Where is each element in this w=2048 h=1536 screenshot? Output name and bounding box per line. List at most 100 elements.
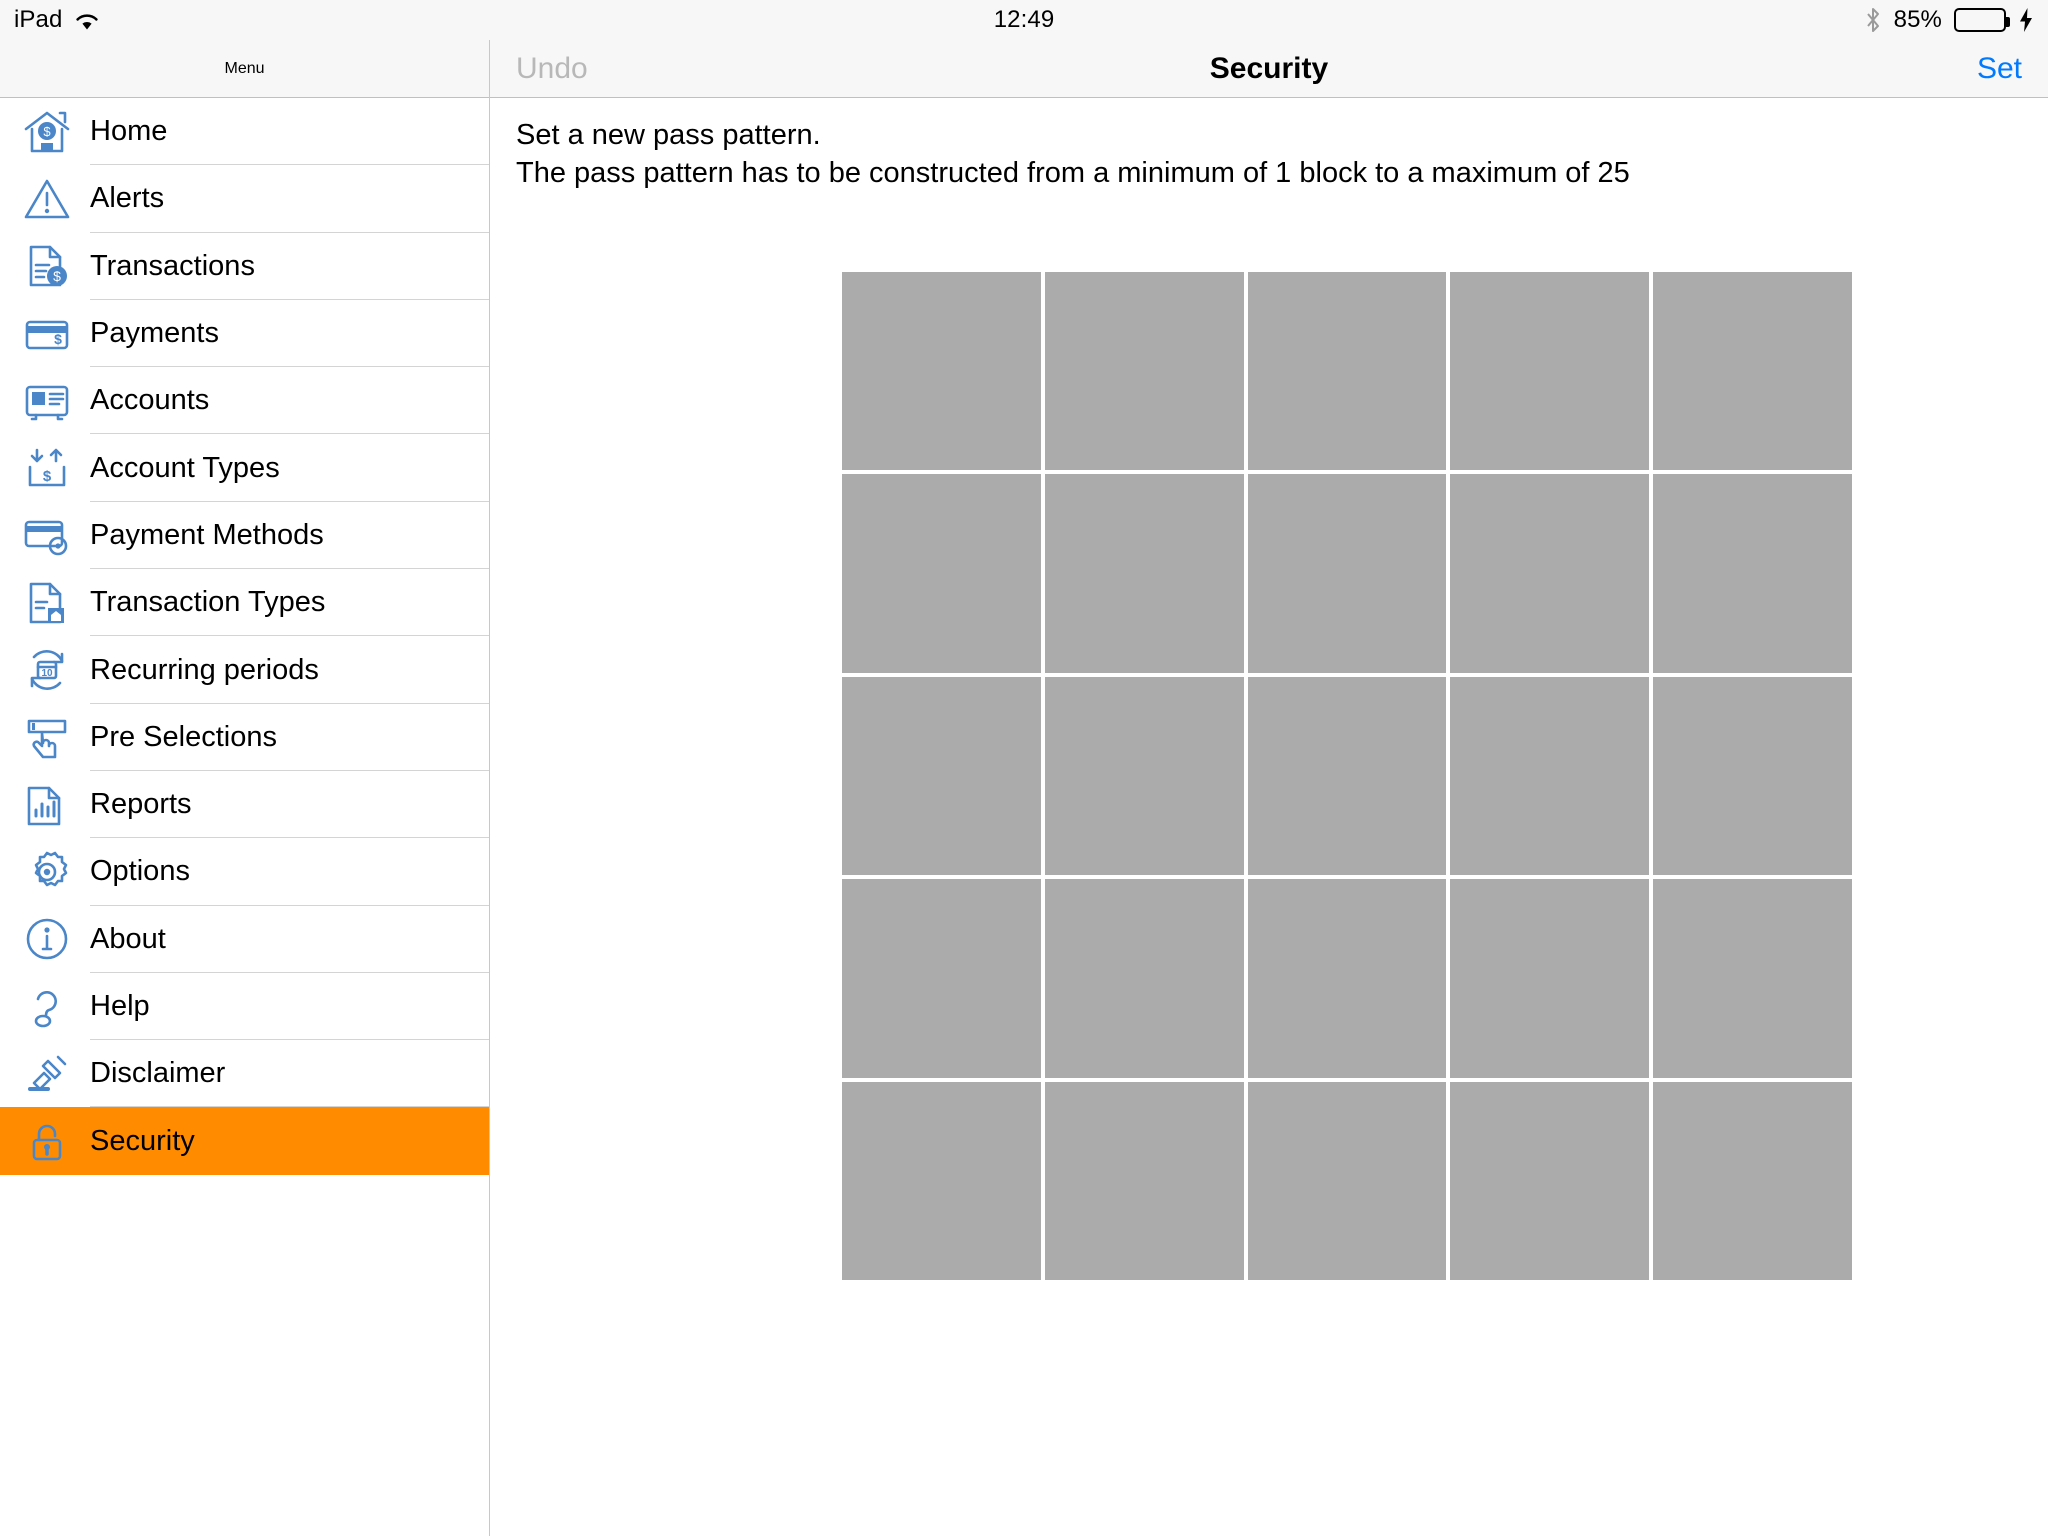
page-title: Security — [1209, 51, 1329, 85]
sidebar-item-label: Transactions — [90, 249, 255, 282]
sidebar-item-label: Payments — [90, 317, 219, 350]
sidebar-item-alerts[interactable]: Alerts — [0, 165, 489, 233]
pattern-block[interactable] — [1450, 272, 1650, 471]
gavel-icon — [22, 1049, 72, 1099]
sidebar-item-label: Payment Methods — [90, 518, 324, 551]
sidebar-item-home[interactable]: $ Home — [0, 98, 489, 166]
sidebar-item-label: Transaction Types — [90, 586, 326, 619]
sidebar-item-security[interactable]: Security — [0, 1107, 489, 1175]
sidebar-item-payment-methods[interactable]: Payment Methods — [0, 502, 489, 570]
pattern-block[interactable] — [1044, 272, 1244, 471]
pattern-block[interactable] — [1044, 474, 1244, 673]
detail-pane: Undo Security Set Set a new pass pattern… — [490, 40, 2048, 1536]
pattern-block[interactable] — [1450, 474, 1650, 673]
padlock-icon — [22, 1116, 72, 1166]
pass-pattern-grid[interactable] — [842, 272, 1852, 1280]
sidebar-item-about[interactable]: About — [0, 906, 489, 973]
sidebar-item-label: Disclaimer — [90, 1057, 226, 1090]
pattern-block[interactable] — [1653, 474, 1852, 673]
sidebar-item-transaction-types[interactable]: Transaction Types — [0, 569, 489, 637]
pattern-block[interactable] — [1653, 676, 1852, 876]
sidebar-item-reports[interactable]: Reports — [0, 771, 489, 839]
svg-text:$: $ — [43, 468, 52, 485]
svg-text:$: $ — [43, 124, 51, 139]
pattern-block[interactable] — [1450, 879, 1650, 1078]
clock-label: 12:49 — [993, 6, 1055, 33]
instruction-line-1: Set a new pass pattern. — [516, 119, 821, 151]
sidebar-item-label: Reports — [90, 788, 192, 821]
content-area: Set a new pass pattern. The pass pattern… — [490, 98, 2048, 1536]
pattern-block[interactable] — [842, 879, 1041, 1078]
battery-percent-label: 85% — [1893, 6, 1942, 33]
sidebar-item-recurring-periods[interactable]: 10 Recurring periods — [0, 636, 489, 704]
battery-icon — [1954, 8, 2010, 32]
sidebar-item-payments[interactable]: $ Payments — [0, 300, 489, 368]
sidebar-item-label: Security — [90, 1124, 195, 1157]
pattern-block[interactable] — [1247, 879, 1447, 1078]
pattern-block[interactable] — [842, 1081, 1041, 1280]
app-root: iPad 12:49 85% Menu $ Home Alerts $ Tran… — [0, 0, 2048, 1536]
sidebar-header: Menu — [0, 40, 489, 98]
sidebar-item-label: Account Types — [90, 451, 280, 484]
pattern-block[interactable] — [842, 676, 1041, 876]
bluetooth-icon — [1864, 7, 1882, 33]
calendar-refresh-icon: 10 — [22, 645, 72, 695]
instructions-text: Set a new pass pattern. The pass pattern… — [516, 116, 1630, 192]
sidebar-item-label: Recurring periods — [90, 653, 319, 686]
pattern-block[interactable] — [842, 474, 1041, 673]
instruction-line-2: The pass pattern has to be constructed f… — [516, 157, 1630, 189]
pattern-block[interactable] — [1247, 272, 1447, 471]
hand-tap-field-icon — [22, 712, 72, 762]
document-barchart-icon — [22, 780, 72, 830]
svg-text:$: $ — [54, 331, 62, 347]
set-button[interactable]: Set — [1977, 52, 2022, 86]
pattern-block[interactable] — [842, 272, 1041, 471]
sidebar-item-accounts[interactable]: Accounts — [0, 367, 489, 435]
status-bar-right: 85% — [1864, 6, 2034, 34]
pattern-block[interactable] — [1247, 676, 1447, 876]
arrows-dollar-tray-icon: $ — [22, 443, 72, 493]
question-mark-icon — [22, 982, 72, 1032]
credit-card-gear-icon — [22, 510, 72, 560]
gear-icon — [22, 847, 72, 897]
sidebar-item-label: About — [90, 922, 166, 955]
sidebar-item-disclaimer[interactable]: Disclaimer — [0, 1040, 489, 1108]
sidebar-title: Menu — [224, 59, 265, 77]
document-house-icon — [22, 578, 72, 628]
sidebar-menu-list: $ Home Alerts $ Transactions $ Payments Account… — [0, 98, 489, 1536]
credit-card-dollar-icon: $ — [22, 309, 72, 359]
pattern-block[interactable] — [1653, 272, 1852, 471]
pattern-block[interactable] — [1044, 1081, 1244, 1280]
status-bar: iPad 12:49 85% — [0, 0, 2048, 40]
svg-text:10: 10 — [41, 668, 53, 679]
pattern-block[interactable] — [1044, 676, 1244, 876]
sidebar-item-label: Help — [90, 990, 150, 1022]
lightning-bolt-icon — [2018, 7, 2034, 33]
warning-triangle-icon — [22, 174, 72, 224]
pattern-block[interactable] — [1653, 1081, 1852, 1280]
sidebar-item-help[interactable]: Help — [0, 973, 489, 1041]
split-view: Menu $ Home Alerts $ Transactions $ Payments Ac… — [0, 40, 2048, 1536]
pattern-block[interactable] — [1450, 1081, 1650, 1280]
undo-button[interactable]: Undo — [516, 52, 588, 86]
sidebar-item-pre-selections[interactable]: Pre Selections — [0, 704, 489, 771]
navigation-bar: Undo Security Set — [490, 40, 2048, 98]
id-card-icon — [22, 376, 72, 426]
house-dollar-icon: $ — [22, 107, 72, 157]
document-dollar-icon: $ — [22, 241, 72, 291]
pattern-block[interactable] — [1247, 1081, 1447, 1280]
sidebar-item-account-types[interactable]: $ Account Types — [0, 434, 489, 502]
sidebar-item-label: Options — [90, 855, 190, 888]
pattern-block[interactable] — [1653, 879, 1852, 1078]
svg-text:$: $ — [53, 268, 61, 284]
sidebar-item-transactions[interactable]: $ Transactions — [0, 233, 489, 300]
sidebar-item-label: Home — [90, 115, 168, 148]
sidebar-item-options[interactable]: Options — [0, 838, 489, 906]
pattern-block[interactable] — [1044, 879, 1244, 1078]
sidebar-item-label: Accounts — [90, 384, 210, 417]
sidebar: Menu $ Home Alerts $ Transactions $ Payments Ac… — [0, 40, 490, 1536]
sidebar-item-label: Alerts — [90, 182, 165, 215]
info-circle-icon — [22, 914, 72, 964]
pattern-block[interactable] — [1450, 676, 1650, 876]
pattern-block[interactable] — [1247, 474, 1447, 673]
